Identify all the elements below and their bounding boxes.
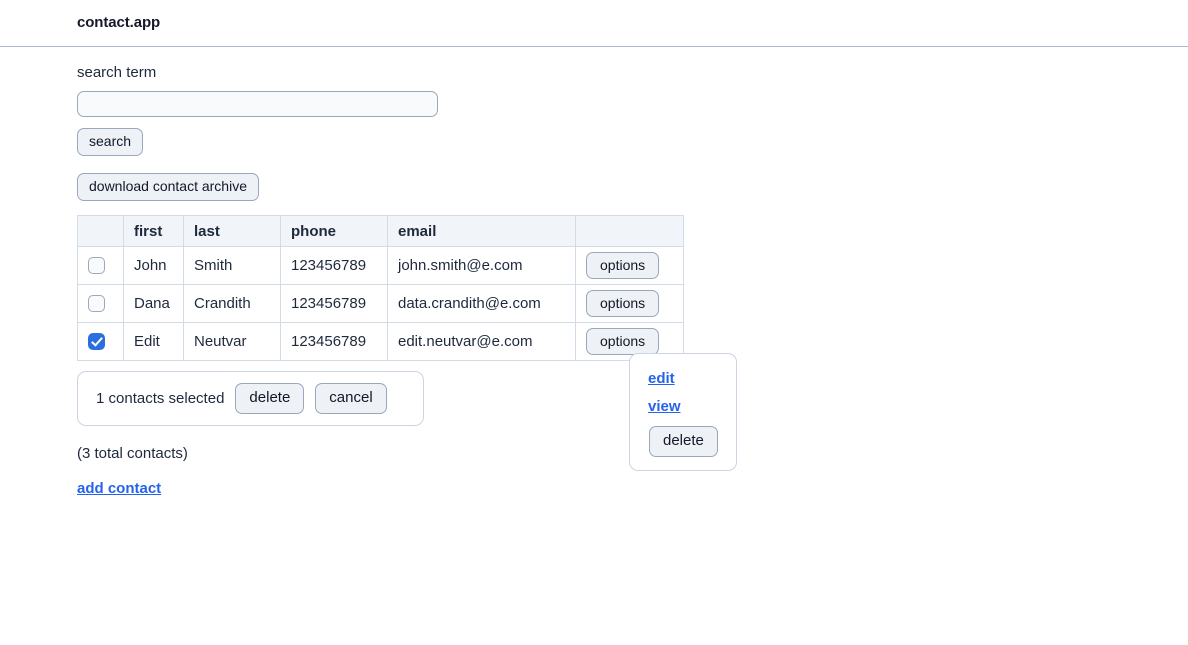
row-options-button[interactable]: options — [586, 289, 660, 318]
search-input[interactable] — [77, 91, 438, 117]
app-header: contact.app — [0, 0, 1188, 47]
delete-selected-button[interactable]: delete — [235, 383, 305, 414]
cell-first: Dana — [123, 284, 184, 323]
cell-email: john.smith@e.com — [387, 246, 576, 285]
selected-count-label: 1 contacts selected — [96, 390, 225, 407]
row-select-cell — [77, 246, 124, 285]
column-header-select — [77, 215, 124, 247]
page-title: contact.app — [77, 14, 161, 31]
cell-last: Crandith — [183, 284, 281, 323]
selection-action-bar: 1 contacts selected delete cancel — [77, 371, 424, 426]
cell-phone: 123456789 — [280, 322, 388, 361]
table-row: Dana Crandith 123456789 data.crandith@e.… — [77, 284, 684, 323]
popup-view-link[interactable]: view — [648, 398, 736, 415]
search-button[interactable]: search — [77, 128, 144, 156]
table-row: John Smith 123456789 john.smith@e.com op… — [77, 246, 684, 285]
cell-options: options — [575, 284, 684, 323]
search-term-label: search term — [77, 64, 157, 81]
column-header-options — [575, 215, 684, 247]
column-header-first: first — [123, 215, 184, 247]
add-contact-link[interactable]: add contact — [77, 480, 161, 497]
cell-email: data.crandith@e.com — [387, 284, 576, 323]
download-contact-archive-button[interactable]: download contact archive — [77, 173, 259, 201]
row-select-checkbox[interactable] — [88, 257, 105, 275]
cell-first: Edit — [123, 322, 184, 361]
cell-phone: 123456789 — [280, 246, 388, 285]
column-header-phone: phone — [280, 215, 388, 247]
contact-app-page: contact.app search term search download … — [0, 0, 1188, 645]
table-header-row: first last phone email — [77, 215, 684, 247]
table-body: John Smith 123456789 john.smith@e.com op… — [77, 246, 684, 361]
row-options-button[interactable]: options — [586, 251, 660, 280]
contacts-table: first last phone email John Smith 123456… — [77, 215, 684, 361]
row-select-cell — [77, 284, 124, 323]
row-options-popup: edit view delete — [629, 353, 737, 471]
cell-last: Neutvar — [183, 322, 281, 361]
row-select-cell — [77, 322, 124, 361]
row-select-checkbox[interactable] — [88, 333, 105, 351]
column-header-email: email — [387, 215, 576, 247]
popup-edit-link[interactable]: edit — [648, 370, 736, 387]
cell-email: edit.neutvar@e.com — [387, 322, 576, 361]
cell-first: John — [123, 246, 184, 285]
row-options-button[interactable]: options — [586, 327, 660, 356]
cancel-selection-button[interactable]: cancel — [315, 383, 387, 414]
cell-options: options — [575, 246, 684, 285]
popup-delete-button[interactable]: delete — [649, 426, 718, 457]
table-row: Edit Neutvar 123456789 edit.neutvar@e.co… — [77, 322, 684, 361]
total-contacts-label: (3 total contacts) — [77, 445, 188, 462]
cell-last: Smith — [183, 246, 281, 285]
cell-phone: 123456789 — [280, 284, 388, 323]
column-header-last: last — [183, 215, 281, 247]
table-header: first last phone email — [77, 215, 684, 247]
row-select-checkbox[interactable] — [88, 295, 105, 313]
